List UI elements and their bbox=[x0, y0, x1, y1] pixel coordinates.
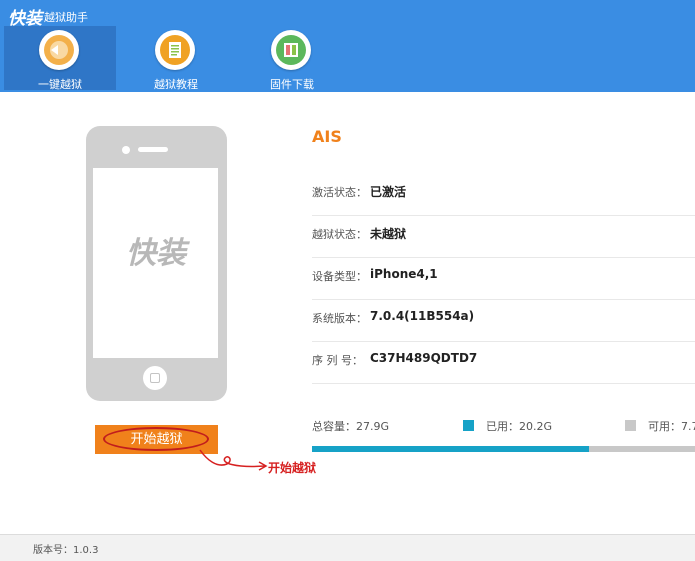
tab-firmware-download[interactable]: 固件下载 bbox=[236, 26, 348, 91]
info-row-device-type: 设备类型： iPhone4,1 bbox=[312, 258, 695, 300]
version-label: 版本号：1.0.3 bbox=[33, 545, 99, 556]
tab-label: 固件下载 bbox=[270, 78, 314, 91]
info-key: 激活状态： bbox=[312, 186, 367, 199]
used-legend-swatch bbox=[463, 420, 474, 431]
title-bar: 快装 越狱助手 一键越狱 越狱教程 固件下载 bbox=[0, 0, 695, 92]
annotation-ring bbox=[103, 427, 209, 451]
storage-total: 总容量：27.9G bbox=[312, 420, 390, 433]
firmware-download-icon bbox=[271, 30, 311, 70]
info-value: 7.0.4(11B554a) bbox=[370, 309, 475, 323]
info-value: C37H489QDTD7 bbox=[370, 351, 478, 365]
info-key: 系统版本： bbox=[312, 312, 367, 325]
info-value: iPhone4,1 bbox=[370, 267, 438, 281]
tab-jailbreak[interactable]: 一键越狱 bbox=[4, 26, 116, 91]
app-subtitle: 越狱助手 bbox=[44, 11, 88, 24]
annotation-arrow-icon bbox=[199, 449, 268, 471]
tab-label: 一键越狱 bbox=[38, 78, 82, 91]
tutorial-icon bbox=[155, 30, 195, 70]
phone-screen: 快装 bbox=[93, 168, 218, 358]
info-row-os-version: 系统版本： 7.0.4(11B554a) bbox=[312, 300, 695, 342]
speaker-slot bbox=[138, 147, 168, 152]
free-legend-swatch bbox=[625, 420, 636, 431]
camera-dot bbox=[122, 146, 130, 154]
storage-used: 已用：20.2G bbox=[486, 420, 553, 433]
info-key: 设备类型： bbox=[312, 270, 367, 283]
storage-used-fill bbox=[312, 446, 590, 452]
info-row-serial: 序 列 号： C37H489QDTD7 bbox=[312, 342, 695, 384]
status-bar: 版本号：1.0.3 bbox=[0, 534, 695, 561]
phone-illustration: 快装 bbox=[86, 126, 227, 401]
info-row-activation: 激活状态： 已激活 bbox=[312, 174, 695, 216]
screen-logo: 快装 bbox=[126, 236, 186, 271]
tab-label: 越狱教程 bbox=[154, 78, 198, 91]
storage-free: 可用：7.7 bbox=[648, 420, 695, 433]
info-key: 序 列 号： bbox=[312, 354, 363, 367]
storage-bar bbox=[312, 446, 695, 452]
device-name: AIS bbox=[312, 127, 342, 146]
info-row-jailbreak: 越狱状态： 未越狱 bbox=[312, 216, 695, 258]
info-key: 越狱状态： bbox=[312, 228, 367, 241]
info-value: 未越狱 bbox=[370, 227, 407, 241]
jailbreak-icon bbox=[39, 30, 79, 70]
annotation-label: 开始越狱 bbox=[268, 461, 317, 475]
tab-tutorial[interactable]: 越狱教程 bbox=[120, 26, 232, 91]
info-value: 已激活 bbox=[370, 185, 407, 199]
home-button-icon bbox=[143, 366, 167, 390]
